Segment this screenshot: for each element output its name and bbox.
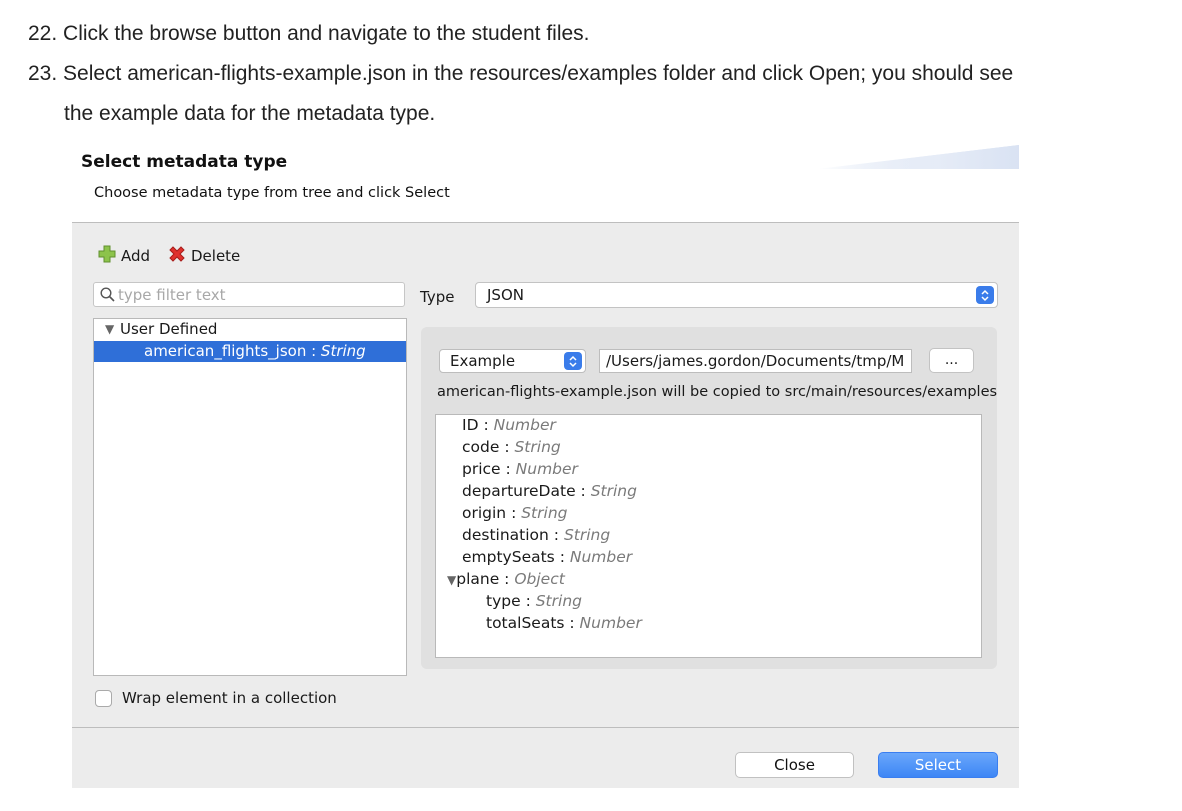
add-icon — [98, 245, 116, 267]
dialog-title: Select metadata type — [81, 152, 288, 172]
browse-button[interactable]: ... — [929, 348, 974, 373]
field-name: origin — [462, 504, 507, 522]
field-departure-date: departureDate : String — [462, 482, 637, 500]
field-code: code : String — [462, 438, 561, 456]
file-path-field[interactable]: /Users/james.gordon/Documents/tmp/M — [599, 349, 912, 373]
expand-triangle-icon[interactable]: ▼ — [105, 319, 114, 340]
source-select[interactable]: Example — [439, 349, 586, 373]
field-name: plane — [456, 570, 500, 588]
field-name: code — [462, 438, 500, 456]
type-select[interactable]: JSON — [475, 282, 998, 308]
field-name: ID — [462, 416, 479, 434]
delete-button[interactable]: Delete — [168, 245, 240, 267]
updown-chevron-icon — [564, 352, 582, 370]
field-type: Number — [493, 416, 556, 434]
field-price: price : Number — [462, 460, 578, 478]
select-metadata-type-dialog: Select metadata type Choose metadata typ… — [72, 140, 1019, 788]
tree-item-american-flights-json[interactable]: american_flights_json : String — [94, 341, 406, 362]
type-select-value: JSON — [487, 286, 524, 304]
instruction-step-22: 22. Click the browse button and navigate… — [28, 22, 590, 45]
field-type: String — [563, 526, 611, 544]
header-banner-shading — [817, 145, 1019, 169]
field-destination: destination : String — [462, 526, 611, 544]
footer-divider — [72, 727, 1019, 728]
delete-label: Delete — [191, 247, 241, 265]
tree-item-text: american_flights_json : String — [144, 341, 366, 362]
filter-field[interactable] — [93, 282, 405, 307]
wrap-collection-label: Wrap element in a collection — [122, 689, 337, 707]
dialog-body: Add Delete ▼ User Defined — [72, 222, 1019, 788]
copy-note: american-flights-example.json will be co… — [437, 384, 998, 400]
field-plane[interactable]: ▼plane : Object — [447, 570, 565, 588]
type-label: Type — [420, 288, 455, 306]
field-name: type — [486, 592, 521, 610]
field-id: ID : Number — [462, 416, 556, 434]
field-type: String — [514, 438, 561, 456]
field-type: String — [535, 592, 582, 610]
field-name: departureDate — [462, 482, 576, 500]
tree-item-separator: : — [306, 342, 321, 360]
add-label: Add — [121, 247, 151, 265]
metadata-type-tree[interactable]: ▼ User Defined american_flights_json : S… — [93, 318, 407, 676]
tree-item-type: String — [320, 342, 366, 360]
field-type: String — [590, 482, 637, 500]
filter-input[interactable] — [118, 285, 398, 304]
example-panel: Example /Users/james.gordon/Documents/tm… — [421, 327, 997, 669]
wrap-collection-option[interactable]: Wrap element in a collection — [95, 689, 337, 707]
delete-icon — [168, 245, 186, 267]
field-name: totalSeats — [486, 614, 565, 632]
field-empty-seats: emptySeats : Number — [462, 548, 633, 566]
expand-triangle-icon[interactable]: ▼ — [447, 573, 456, 587]
dialog-subtitle: Choose metadata type from tree and click… — [94, 185, 450, 201]
tree-group-user-defined[interactable]: ▼ User Defined — [94, 319, 406, 340]
file-path-value: /Users/james.gordon/Documents/tmp/M — [606, 352, 905, 370]
select-button[interactable]: Select — [878, 752, 998, 778]
field-name: destination — [462, 526, 549, 544]
dialog-header: Select metadata type Choose metadata typ… — [72, 140, 1019, 222]
field-name: price — [462, 460, 501, 478]
field-type: Number — [515, 460, 578, 478]
instruction-step-23-line2: the example data for the metadata type. — [64, 102, 436, 125]
field-plane-type: type : String — [486, 592, 582, 610]
field-plane-total-seats: totalSeats : Number — [486, 614, 642, 632]
example-structure-tree[interactable]: ID : Number code : String price : Number… — [435, 414, 982, 658]
field-type: Number — [569, 548, 633, 566]
instruction-step-23-line1: 23. Select american-flights-example.json… — [28, 62, 1014, 85]
field-type: Number — [579, 614, 642, 632]
tree-group-label: User Defined — [120, 320, 218, 338]
add-button[interactable]: Add — [98, 245, 150, 267]
search-icon — [100, 287, 115, 306]
field-type: Object — [514, 570, 565, 588]
wrap-collection-checkbox[interactable] — [95, 689, 112, 707]
field-type: String — [521, 504, 568, 522]
updown-chevron-icon — [976, 286, 994, 304]
field-origin: origin : String — [462, 504, 568, 522]
field-name: emptySeats — [462, 548, 555, 566]
tree-item-name: american_flights_json — [144, 342, 307, 360]
source-select-value: Example — [450, 352, 516, 370]
close-button[interactable]: Close — [735, 752, 854, 778]
